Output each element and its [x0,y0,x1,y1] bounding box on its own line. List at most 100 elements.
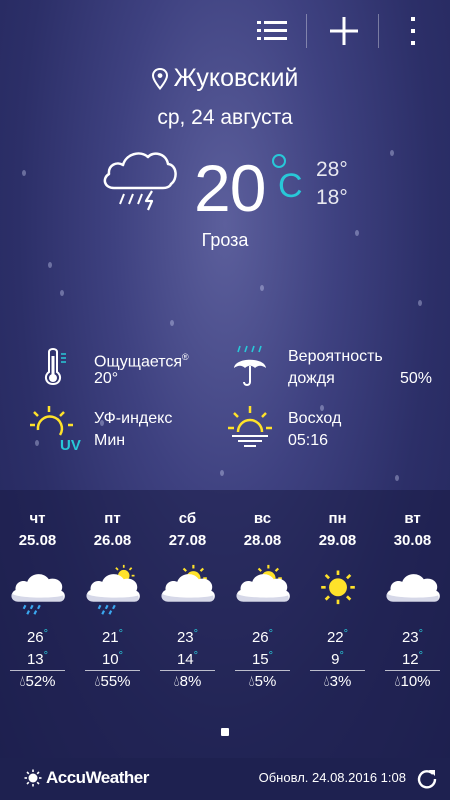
sun-rain-cloud-icon [86,564,140,616]
feels-like-mark: ® [182,352,189,362]
current-date: ср, 24 августа [157,106,293,129]
forecast-low: 14° [150,650,225,668]
top-bar [0,0,450,62]
forecast-high-value: 21 [101,629,119,646]
forecast-day[interactable]: сб 27.08 23° 14° 💧︎8% [150,490,225,690]
forecast-precip: 💧︎52% [19,673,56,690]
degree-mark: ° [343,628,349,640]
add-location-button[interactable] [324,10,364,52]
forecast-high: 23° [375,628,450,646]
forecast-divider [310,670,365,671]
forecast-high: 23° [150,628,225,646]
page-indicator [221,728,229,736]
degree-mark: ° [418,628,424,640]
last-updated: Обновл. 24.08.2016 1:08 [258,770,406,785]
forecast-precip-value: 55% [100,673,131,690]
degree-mark: ° [268,628,274,640]
thermometer-icon [44,348,66,386]
plus-icon [330,17,358,45]
rain-chance-value: 50% [400,370,433,387]
forecast-high: 22° [300,628,375,646]
toolbar-divider [378,14,379,48]
forecast-low-value: 12 [401,651,419,668]
forecast-low-value: 10 [101,651,119,668]
forecast-precip: 💧︎8% [173,673,202,690]
sunrise-time: 05:16 [288,432,329,449]
accuweather-logo[interactable]: AccuWeather [24,768,149,788]
forecast-low: 15° [225,650,300,668]
forecast-low-value: 13 [26,651,44,668]
sunrise-icon [228,406,272,447]
forecast-high: 21° [75,628,150,646]
current-temperature: 20 [194,151,266,225]
forecast-low-value: 15 [251,651,269,668]
uv-index-value: Мин [94,432,126,449]
degree-mark: ° [118,650,124,662]
forecast-high-value: 26 [251,629,269,646]
degree-mark: ° [43,628,49,640]
partly-cloudy-icon [161,564,215,602]
forecast-divider [85,670,140,671]
forecast-precip-value: 8% [179,673,202,690]
forecast-high-value: 22 [326,629,344,646]
forecast-divider [385,670,440,671]
rain-chance-label-line2: дождя [288,370,335,387]
forecast-date: 27.08 [168,532,207,549]
umbrella-icon [234,345,266,386]
forecast-weekday: вс [253,510,272,527]
rain-cloud-icon [11,574,65,616]
degree-mark: ° [193,650,199,662]
city-name: Жуковский [173,64,299,92]
locations-list-button[interactable] [252,10,292,52]
forecast-precip: 💧︎10% [394,673,431,690]
forecast-day[interactable]: вс 28.08 26° 15° 💧︎5% [225,490,300,690]
list-icon [257,21,287,40]
forecast-divider [235,670,290,671]
sunrise-label: Восход [288,410,342,427]
forecast-weekday: чт [29,510,46,527]
location-pin-icon [151,67,168,90]
uv-badge: UV [60,437,81,454]
temperature-unit[interactable]: C [278,166,303,206]
forecast-date: 28.08 [243,532,282,549]
forecast-low: 9° [300,650,375,668]
condition-text: Гроза [201,230,249,250]
more-vert-icon [411,17,415,45]
forecast-high-value: 26 [26,629,44,646]
location-header[interactable]: Жуковский [0,64,450,93]
forecast-day[interactable]: пн 29.08 22° 9° 💧︎3% [300,490,375,690]
forecast-date: 29.08 [318,532,357,549]
feels-like-value: 20° [94,370,119,387]
degree-mark: ° [43,650,49,662]
forecast-precip: 💧︎3% [323,673,352,690]
footer-bar: AccuWeather Обновл. 24.08.2016 1:08 [0,758,450,800]
degree-mark: ° [418,650,424,662]
forecast-day[interactable]: пт 26.08 21° 10° 💧︎55% [75,490,150,690]
forecast-day[interactable]: чт 25.08 26° 13° 💧︎52% [0,490,75,690]
forecast-weekday: пн [328,510,347,527]
forecast-precip-value: 5% [254,673,277,690]
forecast-date: 25.08 [18,532,57,549]
forecast-day[interactable]: вт 30.08 23° 12° 💧︎10% [375,490,450,690]
current-condition: Гроза [0,230,450,251]
forecast-precip-value: 3% [329,673,352,690]
forecast-date: 30.08 [393,532,432,549]
forecast-high-value: 23 [401,629,419,646]
today-high: 28° [316,158,348,181]
sunny-icon [319,569,357,606]
forecast-low: 13° [0,650,75,668]
forecast-high-value: 23 [176,629,194,646]
uv-index-label: УФ-индекс [94,410,173,427]
rain-chance-label-line1: Вероятность [288,348,383,365]
refresh-icon[interactable] [416,768,438,790]
brand-name: AccuWeather [46,768,149,787]
forecast-precip: 💧︎5% [248,673,277,690]
forecast-precip: 💧︎55% [94,673,131,690]
overflow-menu-button[interactable] [398,10,428,52]
thunderstorm-icon [103,152,177,211]
forecast-divider [10,670,65,671]
forecast-low: 12° [375,650,450,668]
forecast-weekday: сб [178,510,197,527]
degree-mark: ° [268,650,274,662]
forecast-low: 10° [75,650,150,668]
